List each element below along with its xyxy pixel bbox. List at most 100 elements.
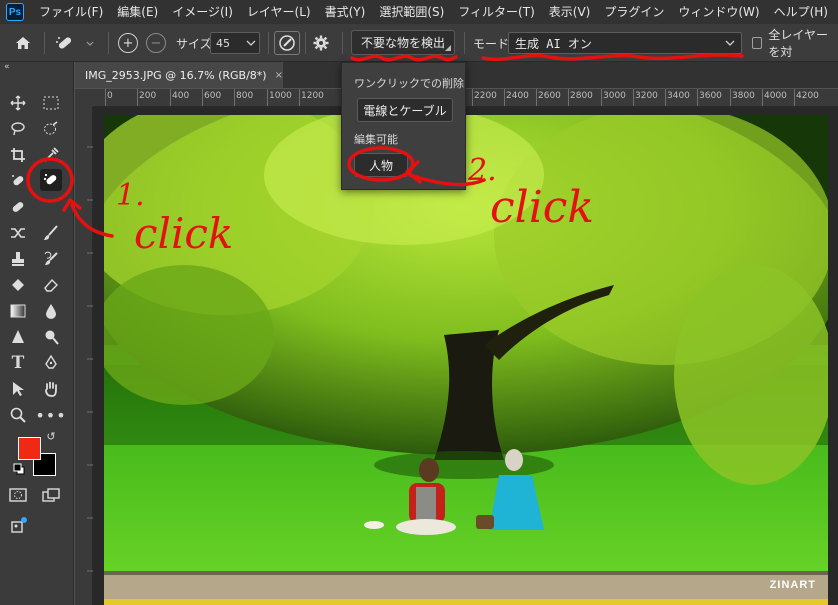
find-distractions-label: 不要な物を検出 [360,36,445,50]
brush-tool-icon[interactable] [40,222,62,244]
chevron-down-icon [725,40,735,46]
move-tool-icon[interactable] [7,92,29,114]
type-tool-icon[interactable]: T [7,352,29,374]
oneclick-delete-header: ワンクリックでの削除 [354,77,464,90]
lasso-tool-icon[interactable] [7,118,29,140]
photo-image [104,115,828,605]
ruler-label: 3600 [699,91,722,101]
menu-type[interactable]: 書式(Y) [318,0,373,24]
remove-tool-preset-icon [56,37,94,49]
ruler-label: 4200 [796,91,819,101]
document-tab-title: IMG_2953.JPG @ 16.7% (RGB/8*) [85,68,267,82]
eyedropper-tool-icon[interactable] [40,144,62,166]
sample-all-layers-label: 全レイヤーを対 [768,28,828,59]
ruler-label: 400 [172,91,190,101]
ruler-tick [633,89,634,106]
collapse-panel-icon[interactable]: « [4,62,10,72]
add-to-mask-icon[interactable]: + [118,33,138,53]
marquee-tool-icon[interactable] [40,92,62,114]
content-aware-move-icon[interactable] [7,222,29,244]
ruler-label: 600 [204,91,222,101]
pressure-size-button[interactable] [274,31,300,55]
ruler-tick [762,89,763,106]
menu-select[interactable]: 選択範囲(S) [372,0,451,24]
settings-button[interactable] [312,31,330,55]
subtract-from-mask-icon[interactable]: − [146,33,166,53]
remove-tool-icon[interactable] [40,169,62,191]
quick-mask-icon[interactable] [7,484,29,506]
spot-healing-tool-icon[interactable] [7,170,29,192]
close-icon[interactable]: × [275,70,283,81]
ruler-label: 200 [139,91,157,101]
history-brush-tool-icon[interactable] [40,248,62,270]
mode-select[interactable]: 生成 AI オン [508,32,742,54]
healing-brush-tool-icon[interactable] [7,196,29,218]
vertical-ruler [75,107,93,605]
ruler-corner [75,89,93,107]
zoom-tool-icon[interactable] [7,404,29,426]
sample-all-layers-checkbox[interactable]: 全レイヤーを対 [752,28,838,59]
document-tab[interactable]: IMG_2953.JPG @ 16.7% (RGB/8*) × [75,62,283,88]
options-bar: + − サイズ 45 不要な物を検出 モード 生成 AI オン 全レイヤーを対 [0,24,838,62]
mode-label: モード [473,36,510,51]
blur-tool-icon[interactable] [40,300,62,322]
ruler-tick [234,89,235,106]
menu-plugins[interactable]: プラグイン [597,0,671,24]
mode-value: 生成 AI オン [515,36,592,51]
park-photo[interactable]: ZINART [104,115,828,605]
ruler-tick [536,89,537,106]
more-tools-icon[interactable]: ••• [35,404,65,426]
object-selection-tool-icon[interactable] [40,118,62,140]
path-selection-tool-icon[interactable] [7,378,29,400]
swap-colors-icon[interactable]: ↺ [44,429,58,443]
pen-pressure-icon [279,35,295,51]
menu-layer[interactable]: レイヤー(L) [240,0,318,24]
ruler-label: 3800 [732,91,755,101]
dodge-tool-icon[interactable] [40,326,62,348]
menu-view[interactable]: 表示(V) [542,0,598,24]
hand-tool-icon[interactable] [40,378,62,400]
menu-filter[interactable]: フィルター(T) [451,0,541,24]
find-distractions-button[interactable]: 不要な物を検出 [351,30,455,55]
size-input[interactable]: 45 [210,32,260,54]
ruler-label: 2600 [538,91,561,101]
checkbox-box[interactable] [752,37,763,49]
ruler-label: 3400 [667,91,690,101]
default-colors-icon[interactable] [12,462,26,476]
editable-header: 編集可能 [354,133,398,146]
screen-mode-icon[interactable] [40,484,62,506]
menu-edit[interactable]: 編集(E) [110,0,165,24]
ruler-tick [794,89,795,106]
ruler-label: 800 [236,91,254,101]
find-distractions-dropdown: ワンクリックでの削除 電線とケーブル 編集可能 人物 [341,62,466,190]
ruler-label: 1200 [301,91,324,101]
ruler-label: 3000 [603,91,626,101]
tools-panel: « T ••• ↺ [0,62,74,605]
chevron-down-icon [246,40,256,46]
ruler-tick [170,89,171,106]
ruler-label: 0 [107,91,113,101]
eraser-tool-icon[interactable] [40,274,62,296]
gradient-tool-icon[interactable] [7,300,29,322]
clone-stamp-tool-icon[interactable] [7,248,29,270]
menu-image[interactable]: イメージ(I) [165,0,240,24]
sharpen-tool-icon[interactable] [7,326,29,348]
vertical-ruler-ticks [87,146,93,572]
menu-file[interactable]: ファイル(F) [32,0,110,24]
ruler-label: 2200 [474,91,497,101]
menu-window[interactable]: ウィンドウ(W) [671,0,766,24]
fill-tool-icon[interactable] [7,274,29,296]
foreground-color-swatch[interactable] [18,437,41,460]
home-icon [16,37,30,49]
people-button[interactable]: 人物 [354,153,408,177]
wires-and-cables-button[interactable]: 電線とケーブル [357,98,453,122]
share-icon[interactable] [8,514,30,536]
menu-help[interactable]: ヘルプ(H) [767,0,835,24]
pen-tool-icon[interactable] [40,352,62,374]
crop-tool-icon[interactable] [7,144,29,166]
home-button[interactable] [14,31,32,55]
ruler-tick [202,89,203,106]
tool-preset-picker[interactable] [54,31,94,55]
ruler-label: 1000 [269,91,292,101]
ruler-tick [665,89,666,106]
